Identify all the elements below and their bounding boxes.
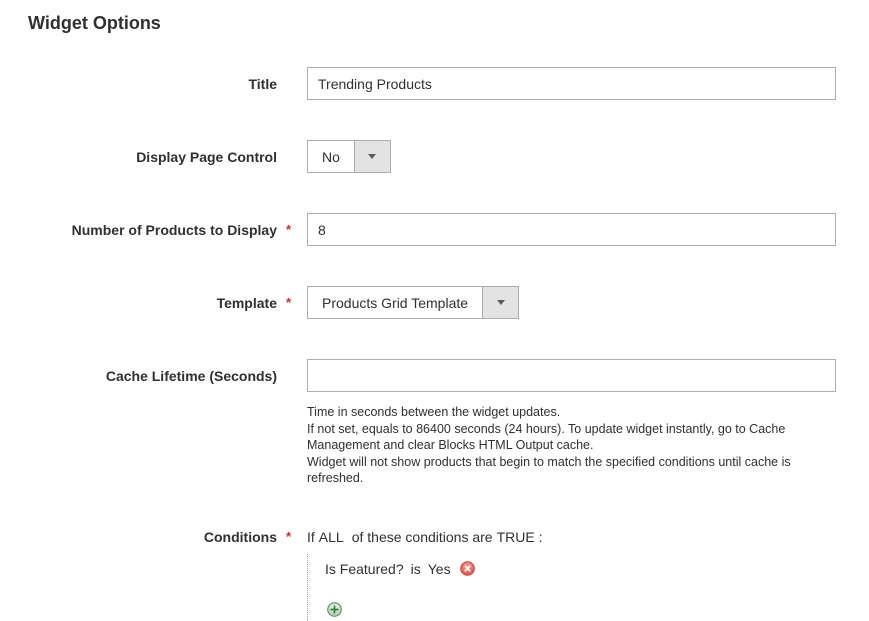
note-line: Widget will not show products that begin… bbox=[307, 454, 812, 487]
rule-value-selector[interactable]: TRUE bbox=[497, 527, 535, 547]
required-asterisk: * bbox=[286, 294, 291, 312]
chevron-down-icon bbox=[497, 300, 505, 305]
template-selected-value: Products Grid Template bbox=[308, 287, 482, 318]
remove-condition-icon[interactable] bbox=[460, 561, 475, 576]
cache-lifetime-input[interactable] bbox=[307, 359, 836, 392]
display-page-control-selected-value: No bbox=[308, 141, 354, 172]
form-row-conditions: Conditions * If ALL of these conditions … bbox=[28, 527, 869, 621]
form-row-display-page-control: Display Page Control No bbox=[28, 140, 869, 173]
conditions-rule-line: If ALL of these conditions are TRUE : bbox=[307, 527, 869, 547]
note-line: If not set, equals to 86400 seconds (24 … bbox=[307, 421, 812, 454]
conditions-tree: Is Featured? is Yes bbox=[307, 554, 869, 621]
template-label: Template * bbox=[28, 286, 277, 319]
add-condition-line bbox=[325, 602, 869, 620]
display-page-control-label: Display Page Control bbox=[28, 140, 277, 173]
required-asterisk: * bbox=[286, 528, 291, 546]
cache-lifetime-label: Cache Lifetime (Seconds) bbox=[28, 359, 277, 392]
form-row-title: Title bbox=[28, 67, 869, 100]
page-title: Widget Options bbox=[28, 12, 869, 34]
note-line: Time in seconds between the widget updat… bbox=[307, 404, 812, 421]
title-label: Title bbox=[28, 67, 277, 100]
form-row-template: Template * Products Grid Template bbox=[28, 286, 869, 319]
condition-item: Is Featured? is Yes bbox=[325, 559, 869, 579]
dropdown-arrow-button bbox=[482, 287, 518, 318]
rule-aggregator-selector[interactable]: ALL bbox=[319, 527, 344, 547]
title-input[interactable] bbox=[307, 67, 836, 100]
form-row-cache-lifetime: Cache Lifetime (Seconds) Time in seconds… bbox=[28, 359, 869, 487]
condition-operator[interactable]: is bbox=[411, 559, 421, 579]
form-row-products-count: Number of Products to Display * bbox=[28, 213, 869, 246]
products-count-input[interactable] bbox=[307, 213, 836, 246]
condition-attribute[interactable]: Is Featured? bbox=[325, 559, 404, 579]
required-asterisk: * bbox=[286, 221, 291, 239]
conditions-label: Conditions * bbox=[28, 527, 277, 547]
rule-colon: : bbox=[539, 527, 543, 547]
rule-middle-text: of these conditions are bbox=[352, 527, 493, 547]
cache-lifetime-note: Time in seconds between the widget updat… bbox=[307, 404, 812, 487]
add-condition-icon[interactable] bbox=[327, 602, 342, 617]
rule-prefix: If bbox=[307, 527, 315, 547]
condition-value[interactable]: Yes bbox=[428, 559, 451, 579]
chevron-down-icon bbox=[368, 154, 376, 159]
template-select[interactable]: Products Grid Template bbox=[307, 286, 519, 319]
widget-options-panel: Widget Options Title Display Page Contro… bbox=[0, 0, 869, 621]
products-count-label: Number of Products to Display * bbox=[28, 213, 277, 246]
display-page-control-select[interactable]: No bbox=[307, 140, 391, 173]
dropdown-arrow-button bbox=[354, 141, 390, 172]
